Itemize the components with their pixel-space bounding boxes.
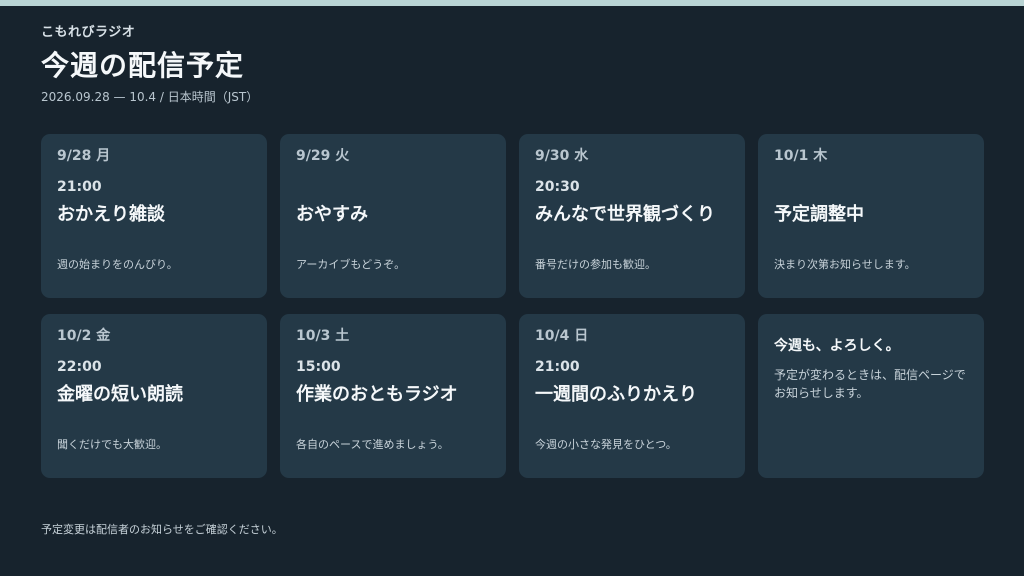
card-day: 10/3 土 xyxy=(296,328,350,344)
schedule-card-sat: 10/3 土 15:00 作業のおともラジオ 各自のペースで進めましょう。 xyxy=(280,314,506,478)
page-header: こもれびラジオ 今週の配信予定 2026.09.28 — 10.4 / 日本時間… xyxy=(41,24,981,106)
schedule-card-tue: 9/29 火 おやすみ アーカイブもどうぞ。 xyxy=(280,134,506,298)
card-time-empty xyxy=(296,178,490,196)
card-program-name: 金曜の短い朗読 xyxy=(57,384,183,405)
card-time: 22:00 xyxy=(57,359,102,375)
card-day: 9/29 火 xyxy=(296,148,350,164)
card-program-name: 予定調整中 xyxy=(774,204,864,225)
card-time-empty xyxy=(774,178,968,196)
schedule-card-thu: 10/1 木 予定調整中 決まり次第お知らせします。 xyxy=(758,134,984,298)
card-program-name: 作業のおともラジオ xyxy=(296,384,458,405)
card-day: 10/2 金 xyxy=(57,328,111,344)
card-day: 10/1 木 xyxy=(774,148,828,164)
card-description: 決まり次第お知らせします。 xyxy=(774,258,916,271)
weekly-note-card: 今週も、よろしく。 予定が変わるときは、配信ページでお知らせします。 xyxy=(758,314,984,478)
footer-notice: 予定変更は配信者のお知らせをご確認ください。 xyxy=(41,523,283,536)
note-title: 今週も、よろしく。 xyxy=(774,338,900,354)
note-text: 予定が変わるときは、配信ページでお知らせします。 xyxy=(774,368,966,400)
card-description: 各自のペースで進めましょう。 xyxy=(296,438,449,451)
schedule-card-fri: 10/2 金 22:00 金曜の短い朗読 聞くだけでも大歓迎。 xyxy=(41,314,267,478)
card-program-name: みんなで世界観づくり xyxy=(535,204,715,225)
card-day: 10/4 日 xyxy=(535,328,589,344)
card-time: 20:30 xyxy=(535,179,580,195)
schedule-grid: 9/28 月 21:00 おかえり雑談 週の始まりをのんびり。 9/29 火 お… xyxy=(41,134,984,478)
card-day: 9/30 水 xyxy=(535,148,589,164)
brand-name: こもれびラジオ xyxy=(41,25,136,40)
card-program-name: 一週間のふりかえり xyxy=(535,384,697,405)
card-description: 今週の小さな発見をひとつ。 xyxy=(535,438,677,451)
card-description: 番号だけの参加も歓迎。 xyxy=(535,258,656,271)
card-time: 15:00 xyxy=(296,359,341,375)
card-description: 週の始まりをのんびり。 xyxy=(57,258,178,271)
top-accent-bar xyxy=(0,0,1024,6)
card-program-name: おやすみ xyxy=(296,204,368,225)
card-description: アーカイブもどうぞ。 xyxy=(296,258,406,271)
card-program-name: おかえり雑談 xyxy=(57,204,165,225)
page-title: 今週の配信予定 xyxy=(41,49,245,82)
card-time: 21:00 xyxy=(535,359,580,375)
card-day: 9/28 月 xyxy=(57,148,111,164)
schedule-card-wed: 9/30 水 20:30 みんなで世界観づくり 番号だけの参加も歓迎。 xyxy=(519,134,745,298)
date-range-subtitle: 2026.09.28 — 10.4 / 日本時間（JST） xyxy=(41,90,259,104)
schedule-card-mon: 9/28 月 21:00 おかえり雑談 週の始まりをのんびり。 xyxy=(41,134,267,298)
card-description: 聞くだけでも大歓迎。 xyxy=(57,438,167,451)
schedule-card-sun: 10/4 日 21:00 一週間のふりかえり 今週の小さな発見をひとつ。 xyxy=(519,314,745,478)
card-time: 21:00 xyxy=(57,179,102,195)
